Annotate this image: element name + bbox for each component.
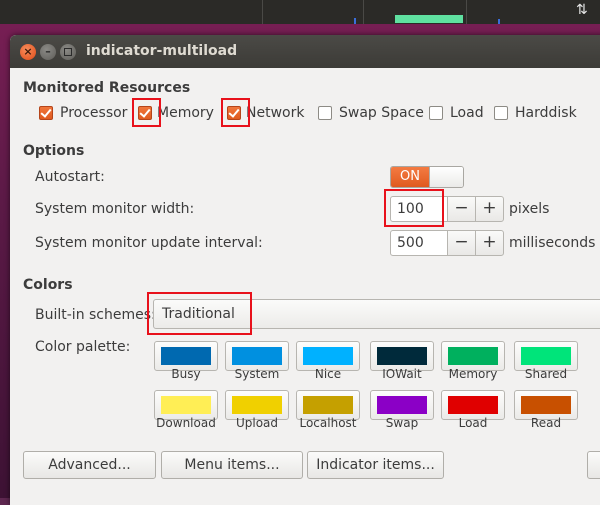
network-arrows-icon[interactable]: ⇅ bbox=[576, 2, 588, 18]
title-bar[interactable]: × – indicator-multiload bbox=[10, 35, 600, 68]
monitor-width-decrement-button[interactable]: − bbox=[447, 196, 476, 222]
color-swatch-label: Localhost bbox=[299, 416, 357, 430]
advanced-button[interactable]: Advanced... bbox=[23, 451, 156, 479]
checkbox-harddisk[interactable]: Harddisk bbox=[494, 105, 577, 121]
checkbox-unchecked-icon[interactable] bbox=[429, 106, 443, 120]
checkbox-processor[interactable]: Processor bbox=[39, 105, 127, 121]
preferences-window: × – indicator-multiload Monitored Resour… bbox=[10, 35, 600, 505]
color-swatch-label: Download bbox=[156, 416, 216, 430]
color-swatch-label: Shared bbox=[524, 367, 568, 381]
highlight-box bbox=[132, 98, 161, 127]
color-swatch bbox=[448, 396, 498, 414]
checkbox-label: Memory bbox=[157, 105, 214, 121]
autostart-label: Autostart: bbox=[35, 169, 105, 185]
update-interval-label: System monitor update interval: bbox=[35, 235, 263, 251]
color-swatch bbox=[521, 347, 571, 365]
highlight-box bbox=[384, 189, 444, 227]
monitor-width-unit: pixels bbox=[509, 201, 550, 217]
color-swatch-label: Busy bbox=[171, 367, 201, 381]
update-interval-decrement-button[interactable]: − bbox=[447, 230, 476, 256]
color-swatch bbox=[303, 396, 353, 414]
top-panel: ⇅ bbox=[0, 0, 600, 24]
checkbox-swap-space[interactable]: Swap Space bbox=[318, 105, 424, 121]
color-swatch-label: Nice bbox=[314, 367, 342, 381]
color-swatch bbox=[448, 347, 498, 365]
close-button[interactable] bbox=[587, 451, 600, 479]
color-swatch bbox=[303, 347, 353, 365]
monitor-width-label: System monitor width: bbox=[35, 201, 195, 217]
color-swatch bbox=[161, 396, 211, 414]
color-swatch-label: Read bbox=[530, 416, 562, 430]
color-swatch bbox=[161, 347, 211, 365]
checkbox-label: Load bbox=[450, 105, 484, 121]
indicator-items-button[interactable]: Indicator items... bbox=[307, 451, 444, 479]
color-swatch-label: Swap bbox=[385, 416, 419, 430]
checkbox-label: Harddisk bbox=[515, 105, 577, 121]
panel-graph-cpu bbox=[262, 0, 363, 24]
color-swatch bbox=[377, 396, 427, 414]
update-interval-increment-button[interactable]: + bbox=[475, 230, 504, 256]
autostart-switch[interactable]: ON bbox=[390, 166, 464, 188]
color-swatch-label: System bbox=[234, 367, 280, 381]
colors-heading: Colors bbox=[23, 277, 73, 293]
highlight-box bbox=[147, 292, 252, 335]
color-swatch-label: Upload bbox=[235, 416, 279, 430]
builtin-schemes-label: Built-in schemes: bbox=[35, 307, 156, 323]
color-swatch bbox=[232, 396, 282, 414]
color-swatch bbox=[232, 347, 282, 365]
color-palette-label: Color palette: bbox=[35, 339, 131, 355]
color-swatch-label: Memory bbox=[448, 367, 498, 381]
panel-graph-network bbox=[466, 0, 567, 24]
panel-graph-spike bbox=[498, 19, 500, 24]
color-swatch-label: Load bbox=[458, 416, 488, 430]
options-heading: Options bbox=[23, 143, 85, 159]
checkbox-label: Network bbox=[246, 105, 305, 121]
switch-knob[interactable] bbox=[429, 167, 463, 187]
checkbox-checked-icon[interactable] bbox=[39, 106, 53, 120]
minimize-icon[interactable]: – bbox=[40, 44, 56, 60]
color-swatch-label: IOWait bbox=[382, 367, 422, 381]
update-interval-input[interactable]: 500 bbox=[390, 230, 448, 256]
highlight-box bbox=[221, 98, 250, 127]
panel-graph-spike bbox=[354, 18, 356, 24]
checkbox-load[interactable]: Load bbox=[429, 105, 484, 121]
color-swatch bbox=[377, 347, 427, 365]
checkbox-label: Processor bbox=[60, 105, 128, 121]
monitored-resources-heading: Monitored Resources bbox=[23, 80, 191, 96]
checkbox-unchecked-icon[interactable] bbox=[494, 106, 508, 120]
monitor-width-increment-button[interactable]: + bbox=[475, 196, 504, 222]
checkbox-label: Swap Space bbox=[339, 105, 424, 121]
panel-memory-bar bbox=[395, 15, 463, 23]
checkbox-unchecked-icon[interactable] bbox=[318, 106, 332, 120]
switch-on-label: ON bbox=[391, 167, 429, 187]
menu-items-button[interactable]: Menu items... bbox=[161, 451, 303, 479]
maximize-icon[interactable] bbox=[60, 44, 76, 60]
color-swatch bbox=[521, 396, 571, 414]
update-interval-unit: milliseconds bbox=[509, 235, 596, 251]
window-title: indicator-multiload bbox=[86, 43, 238, 59]
close-icon[interactable]: × bbox=[20, 44, 36, 60]
